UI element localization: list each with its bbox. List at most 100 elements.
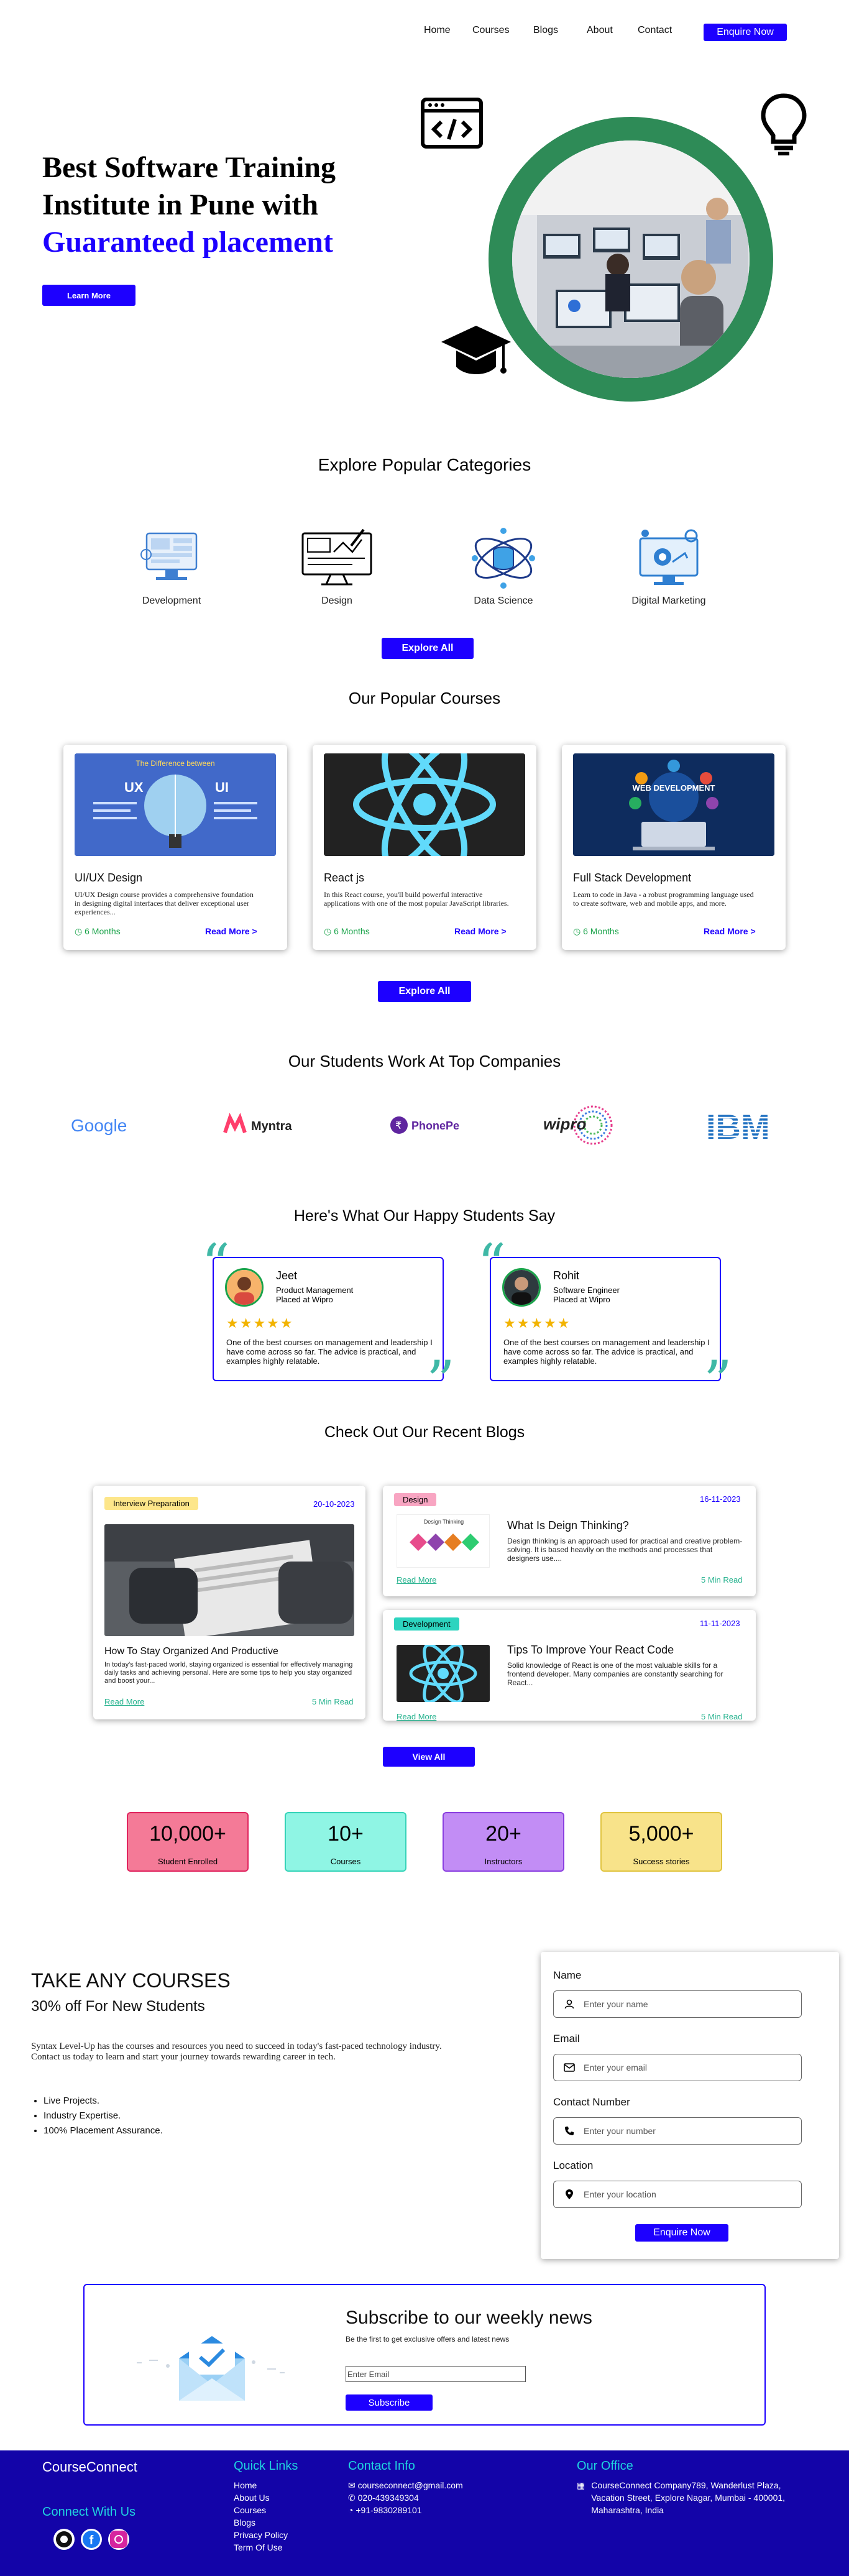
placed-text: Placed at Wipro: [276, 1295, 333, 1304]
course-image: UX UI The Difference between: [75, 753, 276, 856]
course-card[interactable]: UX UI The Difference between UI/UX Desig…: [63, 745, 287, 950]
subscribe-subtitle: Be the first to get exclusive offers and…: [346, 2335, 510, 2344]
email-field[interactable]: Enter your email: [553, 2054, 802, 2081]
location-label: Location: [553, 2160, 594, 2171]
nav-home[interactable]: Home: [424, 25, 451, 36]
blog-description: Design thinking is an approach used for …: [507, 1537, 743, 1563]
course-description: Learn to code in Java - a robust program…: [573, 890, 754, 908]
contact-phone: 020-439349304: [357, 2493, 419, 2503]
view-all-blogs-button[interactable]: View All: [383, 1747, 475, 1767]
offer-points: Live Projects. Industry Expertise. 100% …: [44, 2094, 163, 2138]
nav-courses[interactable]: Courses: [472, 25, 510, 36]
phone-icon: ✆: [348, 2493, 358, 2503]
category-label: Design: [321, 596, 352, 606]
phonepe-wordmark: PhonePe: [411, 1120, 459, 1132]
newsletter-envelope-icon: [137, 2336, 285, 2401]
enquire-now-submit-button[interactable]: Enquire Now: [635, 2224, 728, 2242]
role-text: Product Management: [276, 1286, 354, 1295]
blog-card-side[interactable]: Development 11-11-2023 Tips To Improve Y…: [383, 1610, 756, 1721]
location-field[interactable]: Enter your location: [553, 2181, 802, 2208]
clock-icon: ◷: [324, 926, 334, 936]
phone-field[interactable]: Enter your number: [553, 2117, 802, 2145]
categories-title: Explore Popular Categories: [318, 455, 531, 474]
category-development[interactable]: Development: [116, 522, 227, 606]
stat-card: 10+ Courses: [285, 1812, 406, 1872]
read-more-link[interactable]: Read More: [397, 1712, 436, 1721]
blogs-title: Check Out Our Recent Blogs: [324, 1424, 525, 1441]
offer-description: Syntax Level-Up has the courses and reso…: [31, 2041, 479, 2063]
read-more-link[interactable]: Read More >: [704, 926, 756, 936]
offer-desc-2: Contact us today to learn and start your…: [31, 2052, 336, 2062]
github-icon[interactable]: [53, 2529, 75, 2550]
read-more-link[interactable]: Read More: [397, 1575, 436, 1585]
location-placeholder: Enter your location: [584, 2189, 656, 2199]
nav-contact[interactable]: Contact: [638, 25, 672, 36]
facebook-icon[interactable]: f: [81, 2529, 102, 2550]
stat-card: 10,000+ Student Enrolled: [127, 1812, 249, 1872]
subscribe-email-input[interactable]: Enter Email: [346, 2366, 526, 2382]
student-name: Jeet: [276, 1269, 298, 1282]
blog-card-side[interactable]: Design 16-11-2023 Design Thinking What I…: [383, 1486, 756, 1596]
contact-whatsapp-row[interactable]: ◔ +91-9830289101: [348, 2504, 463, 2516]
location-pin-icon: [562, 2189, 576, 2200]
graduation-cap-icon: [441, 326, 511, 374]
course-title: React js: [324, 872, 365, 884]
contact-info-title: Contact Info: [348, 2459, 415, 2473]
svg-text:₹: ₹: [395, 1121, 402, 1131]
office-address-row: ▦ CourseConnect Company789, Wanderlust P…: [577, 2479, 788, 2516]
read-more-link[interactable]: Read More: [104, 1697, 144, 1706]
contact-email: courseconnect@gmail.com: [357, 2480, 463, 2490]
course-card[interactable]: WEB DEVELOPMENT Full Stack Development L…: [562, 745, 786, 950]
google-logo: Google: [68, 1106, 143, 1144]
blog-image: [397, 1643, 490, 1704]
myntra-logo: Myntra: [221, 1106, 308, 1144]
blog-title: How To Stay Organized And Productive: [104, 1646, 278, 1657]
enquire-now-button[interactable]: Enquire Now: [704, 24, 787, 41]
read-more-link[interactable]: Read More >: [454, 926, 507, 936]
course-duration: ◷ 6 Months: [324, 926, 370, 937]
read-more-link[interactable]: Read More >: [205, 926, 257, 936]
category-data-science[interactable]: Data Science: [447, 522, 559, 606]
google-wordmark: Google: [71, 1116, 127, 1135]
explore-all-categories-button[interactable]: Explore All: [382, 638, 474, 659]
subscribe-button[interactable]: Subscribe: [346, 2394, 433, 2411]
learn-more-button[interactable]: Learn More: [42, 285, 135, 306]
student-name: Rohit: [553, 1269, 580, 1282]
explore-all-courses-button[interactable]: Explore All: [378, 981, 471, 1002]
stat-label: Student Enrolled: [157, 1857, 218, 1866]
footer-link-privacy[interactable]: Privacy Policy: [234, 2529, 288, 2541]
blog-card-main[interactable]: Interview Preparation 20-10-2023 How To …: [93, 1486, 365, 1719]
footer-link-terms[interactable]: Term Of Use: [234, 2541, 288, 2554]
category-digital-marketing[interactable]: Digital Marketing: [613, 522, 725, 606]
stat-value: 5,000+: [628, 1822, 694, 1846]
footer-link-about[interactable]: About Us: [234, 2491, 288, 2504]
testimonial-card: Jeet Product Management Placed at Wipro ★…: [213, 1257, 444, 1381]
course-title: UI/UX Design: [75, 872, 143, 884]
lightbulb-icon: [761, 93, 807, 155]
course-card[interactable]: React js In this React course, you'll bu…: [313, 745, 536, 950]
footer-link-courses[interactable]: Courses: [234, 2504, 288, 2516]
testimonial-card: Rohit Software Engineer Placed at Wipro ★…: [490, 1257, 721, 1381]
category-design[interactable]: Design: [281, 522, 393, 606]
footer-brand: CourseConnect: [42, 2459, 137, 2475]
contact-email-row[interactable]: ✉ courseconnect@gmail.com: [348, 2479, 463, 2491]
footer-link-home[interactable]: Home: [234, 2479, 288, 2491]
contact-whatsapp: +91-9830289101: [356, 2505, 422, 2515]
avatar: [502, 1268, 541, 1307]
name-field[interactable]: Enter your name: [553, 1990, 802, 2018]
star-rating: ★★★★★: [226, 1315, 294, 1331]
instagram-icon[interactable]: [108, 2529, 129, 2550]
course-description: In this React course, you'll build power…: [324, 890, 509, 908]
nav-about[interactable]: About: [587, 25, 613, 36]
wipro-logo: wipro: [542, 1105, 626, 1145]
hero-line-3: Guaranteed placement: [42, 226, 333, 259]
phone-label: Contact Number: [553, 2096, 630, 2108]
react-logo-icon: [409, 1643, 477, 1704]
footer-link-blogs[interactable]: Blogs: [234, 2516, 288, 2529]
quick-links: Home About Us Courses Blogs Privacy Poli…: [234, 2479, 288, 2554]
student-role: Product Management Placed at Wipro: [276, 1286, 353, 1304]
nav-blogs[interactable]: Blogs: [533, 25, 558, 36]
contact-phone-row[interactable]: ✆ 020-439349304: [348, 2491, 463, 2504]
building-icon: ▦: [577, 2480, 585, 2490]
blog-tag: Development: [394, 1617, 459, 1631]
